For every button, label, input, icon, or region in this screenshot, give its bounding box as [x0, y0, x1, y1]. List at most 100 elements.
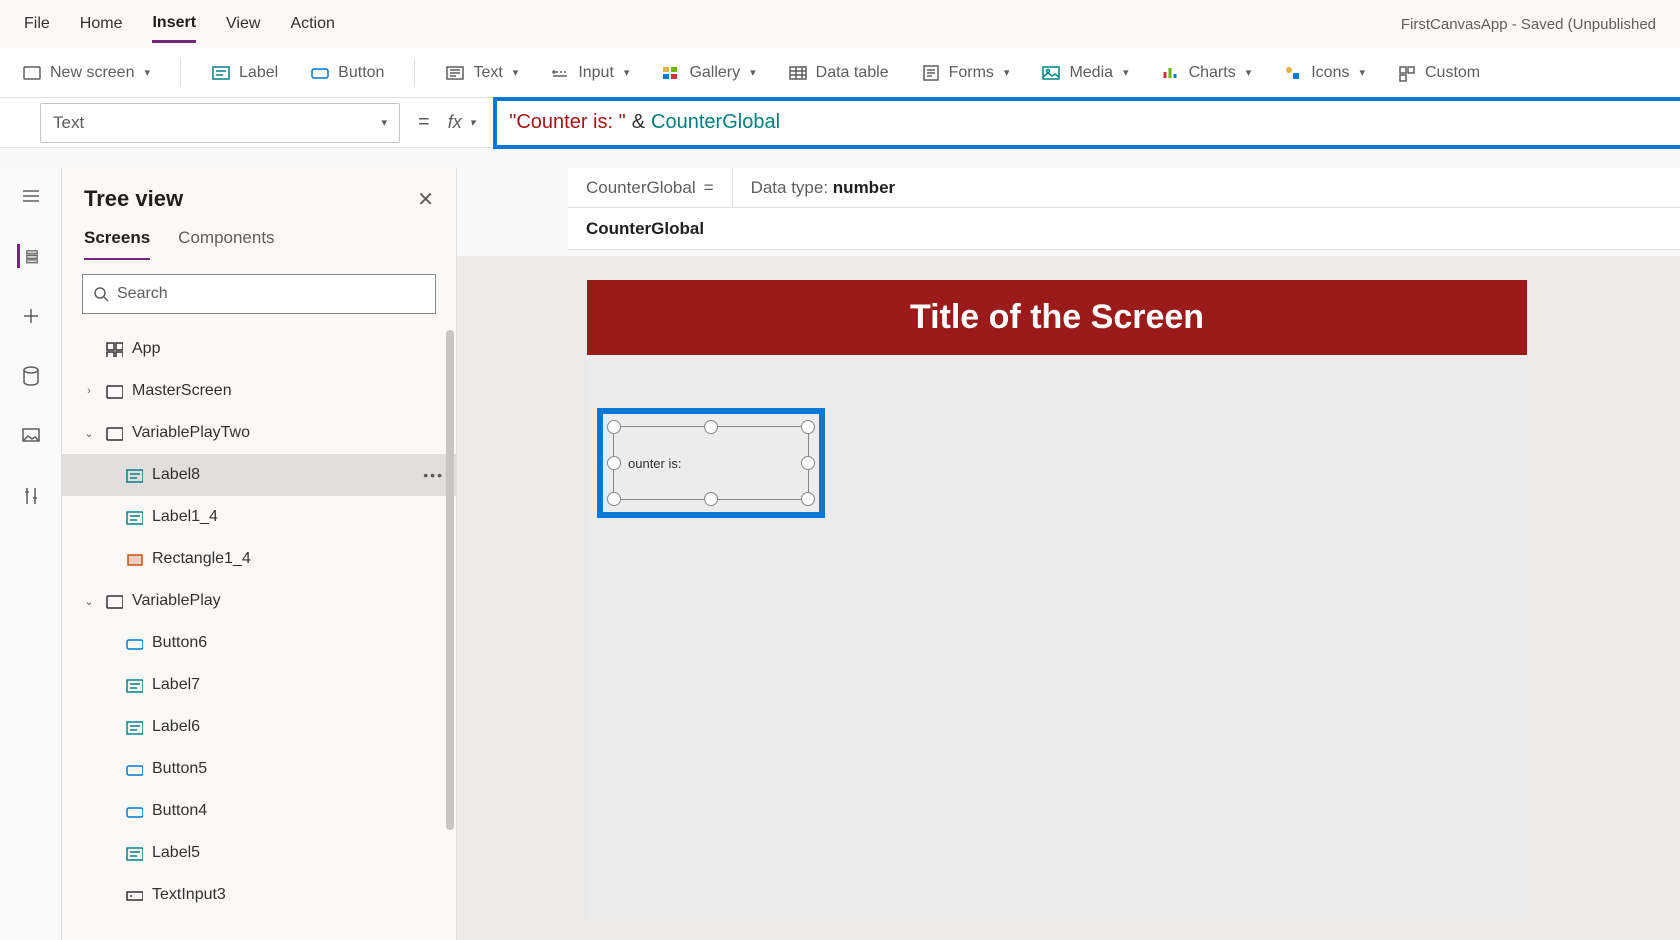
intellisense-suggestion[interactable]: CounterGlobal [568, 208, 1680, 250]
label-icon [124, 676, 144, 694]
tab-screens[interactable]: Screens [84, 222, 150, 260]
textinput-icon [124, 886, 144, 904]
new-screen-button[interactable]: New screen ▾ [20, 60, 152, 86]
insert-custom-button[interactable]: Custom [1395, 60, 1482, 86]
separator [180, 59, 181, 87]
menu-view[interactable]: View [226, 7, 260, 41]
equals-sign: = [418, 111, 430, 134]
insert-gallery-button[interactable]: Gallery▾ [659, 60, 757, 86]
label-icon [124, 508, 144, 526]
resize-handle[interactable] [801, 456, 815, 470]
chevron-down-icon: ▾ [144, 66, 150, 79]
new-screen-label: New screen [50, 64, 134, 82]
expander-icon[interactable]: › [82, 385, 96, 397]
resize-handle[interactable] [607, 420, 621, 434]
tree-item-button5[interactable]: Button5 [62, 748, 456, 790]
resize-handle[interactable] [801, 492, 815, 506]
selected-label-control[interactable]: ounter is: [613, 426, 809, 500]
insert-icons-button[interactable]: Icons▾ [1281, 60, 1367, 86]
button-icon [124, 634, 144, 652]
resize-handle[interactable] [704, 420, 718, 434]
insert-data-table-button[interactable]: Data table [786, 60, 891, 86]
media-pane-icon[interactable] [19, 424, 43, 448]
close-icon[interactable]: ✕ [417, 187, 434, 212]
tree-item-label: Label8 [152, 466, 200, 484]
menu-home[interactable]: Home [80, 7, 123, 41]
left-rail [0, 168, 62, 940]
insert-text-button[interactable]: Text▾ [443, 60, 520, 86]
resize-handle[interactable] [801, 420, 815, 434]
advanced-tools-icon[interactable] [19, 484, 43, 508]
info-equals: = [704, 178, 714, 198]
info-variable-name: CounterGlobal [586, 178, 696, 198]
data-type-value: number [833, 178, 895, 197]
formula-input[interactable]: "Counter is: " & CounterGlobal [493, 97, 1680, 149]
canvas-area[interactable]: Title of the Screen ounter is: [457, 256, 1680, 940]
chevron-down-icon: ▾ [750, 66, 756, 79]
insert-media-button[interactable]: Media▾ [1039, 60, 1130, 86]
tree-item-label7[interactable]: Label7 [62, 664, 456, 706]
tree-item-app[interactable]: App [62, 328, 456, 370]
tree-item-label1_4[interactable]: Label1_4 [62, 496, 456, 538]
screen-stage[interactable]: Title of the Screen ounter is: [587, 280, 1527, 920]
tree-item-textinput3[interactable]: TextInput3 [62, 874, 456, 916]
tree-item-label: VariablePlayTwo [132, 424, 250, 442]
menu-file[interactable]: File [24, 7, 50, 41]
expander-icon[interactable]: ⌄ [82, 595, 96, 608]
tree-view-icon[interactable] [17, 244, 41, 268]
scrollbar[interactable] [446, 330, 454, 830]
resize-handle[interactable] [607, 456, 621, 470]
tree-item-label: Label7 [152, 676, 200, 694]
tree-view-tabs: Screens Components [62, 222, 456, 260]
screen-icon [104, 424, 124, 442]
formula-variable-token: CounterGlobal [651, 111, 780, 134]
insert-charts-button[interactable]: Charts▾ [1159, 60, 1254, 86]
tree-item-variableplaytwo[interactable]: ⌄ VariablePlayTwo [62, 412, 456, 454]
insert-input-button[interactable]: Input▾ [548, 60, 631, 86]
insert-charts-label: Charts [1189, 64, 1236, 82]
resize-handle[interactable] [607, 492, 621, 506]
tree-item-label: Button4 [152, 802, 207, 820]
tree-item-label6[interactable]: Label6 [62, 706, 456, 748]
expander-icon[interactable]: ⌄ [82, 427, 96, 440]
app-icon [104, 340, 124, 358]
tree-item-label: Rectangle1_4 [152, 550, 251, 568]
screen-title-label[interactable]: Title of the Screen [587, 280, 1527, 355]
insert-media-label: Media [1069, 64, 1113, 82]
insert-button-button[interactable]: Button [308, 60, 386, 86]
tree-item-label: Button5 [152, 760, 207, 778]
hamburger-icon[interactable] [19, 184, 43, 208]
tree-list[interactable]: App ›MasterScreen ⌄ VariablePlayTwo Label8 ••… [62, 324, 456, 940]
tree-item-variableplay[interactable]: ⌄VariablePlay [62, 580, 456, 622]
property-selector[interactable]: Text ▾ [40, 103, 400, 143]
insert-label-button[interactable]: Label [209, 60, 280, 86]
chevron-down-icon: ▾ [624, 66, 630, 79]
property-selector-value: Text [53, 113, 84, 133]
tree-item-button6[interactable]: Button6 [62, 622, 456, 664]
menu-insert[interactable]: Insert [152, 6, 196, 43]
insert-pane-icon[interactable] [19, 304, 43, 328]
label-icon [124, 718, 144, 736]
tree-item-label: App [132, 340, 160, 358]
tree-view-panel: Tree view ✕ Screens Components Search Ap… [62, 168, 457, 940]
tree-search-input[interactable]: Search [82, 274, 436, 314]
data-icon[interactable] [19, 364, 43, 388]
tree-view-title: Tree view [84, 186, 183, 212]
resize-handle[interactable] [704, 492, 718, 506]
separator [414, 59, 415, 87]
media-icon [1041, 64, 1061, 82]
tab-components[interactable]: Components [178, 222, 274, 260]
tree-item-label: Label1_4 [152, 508, 218, 526]
fx-button[interactable]: fx▾ [448, 112, 476, 133]
tree-item-button4[interactable]: Button4 [62, 790, 456, 832]
tree-item-label8[interactable]: Label8 ••• [62, 454, 456, 496]
insert-forms-label: Forms [949, 64, 994, 82]
menu-action[interactable]: Action [290, 7, 334, 41]
tree-item-masterscreen[interactable]: ›MasterScreen [62, 370, 456, 412]
insert-forms-button[interactable]: Forms▾ [919, 60, 1012, 86]
button-icon [124, 802, 144, 820]
tree-item-label5[interactable]: Label5 [62, 832, 456, 874]
more-icon[interactable]: ••• [423, 467, 444, 483]
label-icon [124, 844, 144, 862]
tree-item-rectangle1_4[interactable]: Rectangle1_4 [62, 538, 456, 580]
